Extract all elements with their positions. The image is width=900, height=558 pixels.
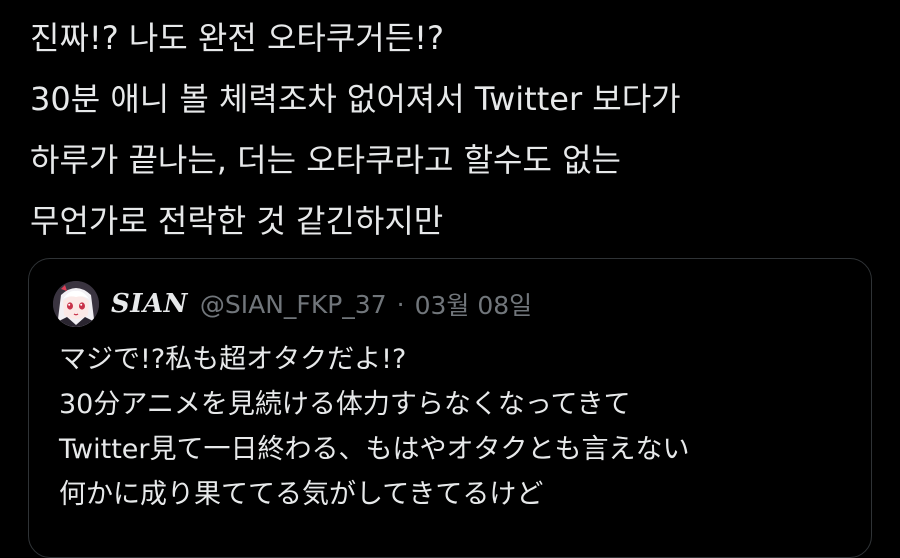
quoted-text-line: 何かに成り果ててる気がしてきてるけど <box>59 479 544 510</box>
tweet-text: 진짜!? 나도 완전 오타쿠거든!? 30분 애니 볼 체력조차 없어져서 Tw… <box>30 8 880 252</box>
quoted-tweet-card[interactable]: SIAN @SIAN_FKP_37 · 03월 08일 マジで!?私も超オタクだ… <box>28 258 872 558</box>
quoted-timestamp[interactable]: 03월 08일 <box>415 286 533 322</box>
header-separator: · <box>396 289 405 319</box>
tweet-text-line: 하루가 끝나는, 더는 오타쿠라고 할수도 없는 <box>30 141 621 179</box>
tweet-text-line: 무언가로 전락한 것 같긴하지만 <box>30 202 444 240</box>
quoted-text-line: 30分アニメを見続ける体力すらなくなってきて <box>59 389 631 420</box>
quoted-text-line: Twitter見て一日終わる、もはやオタクとも言えない <box>59 434 690 465</box>
quoted-tweet-text: マジで!?私も超オタクだよ!? 30分アニメを見続ける体力すらなくなってきて T… <box>59 337 690 517</box>
tweet-text-line: 진짜!? 나도 완전 오타쿠거든!? <box>30 19 444 57</box>
quoted-display-name[interactable]: SIAN <box>111 289 188 319</box>
quoted-handle[interactable]: @SIAN_FKP_37 <box>200 290 387 319</box>
anime-character-avatar-icon[interactable] <box>53 281 99 327</box>
quoted-text-line: マジで!?私も超オタクだよ!? <box>59 344 407 375</box>
quoted-tweet-header: SIAN @SIAN_FKP_37 · 03월 08일 <box>53 281 532 327</box>
tweet-text-line: 30분 애니 볼 체력조차 없어져서 Twitter 보다가 <box>30 80 681 118</box>
